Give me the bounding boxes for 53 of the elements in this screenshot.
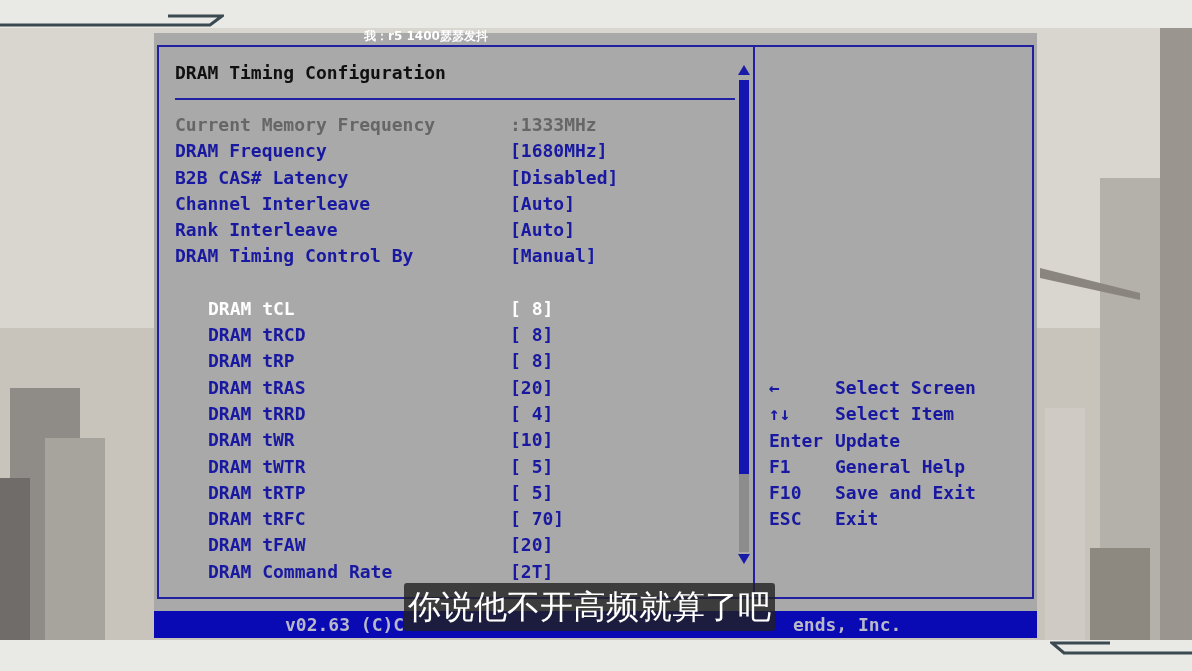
- key-action-text: Select Screen: [835, 376, 976, 400]
- screen-title: DRAM Timing Configuration: [175, 61, 446, 85]
- setting-value[interactable]: [2T]: [510, 558, 554, 586]
- key-label: ESC: [769, 507, 803, 532]
- key-label: ←: [769, 376, 781, 400]
- setting-value[interactable]: [Auto]: [510, 217, 576, 244]
- scrollbar-track[interactable]: [739, 80, 749, 552]
- setting-label[interactable]: DRAM tRRD: [208, 400, 510, 428]
- setting-label[interactable]: Channel Interleave: [175, 190, 510, 218]
- setting-value[interactable]: [Manual]: [510, 243, 597, 270]
- key-label: F10: [769, 481, 803, 506]
- setting-value[interactable]: [ 70]: [510, 506, 565, 533]
- subtitle-text: 你说他不开高频就算了吧: [404, 583, 775, 631]
- setting-label[interactable]: DRAM Command Rate: [208, 558, 510, 586]
- key-action-text: General Help: [835, 454, 966, 479]
- setting-label[interactable]: DRAM tRTP: [208, 479, 510, 507]
- scroll-down-icon[interactable]: [738, 554, 750, 564]
- setting-value[interactable]: [ 5]: [510, 479, 554, 507]
- scrollbar-thumb[interactable]: [739, 80, 749, 474]
- setting-label[interactable]: DRAM tFAW: [208, 532, 510, 559]
- setting-value[interactable]: [20]: [510, 532, 554, 559]
- setting-label[interactable]: DRAM tWTR: [208, 453, 510, 480]
- footer-text: v02.63 (C)C: [285, 613, 405, 637]
- footer-text: ends, Inc.: [793, 613, 902, 637]
- setting-label: Current Memory Frequency: [175, 113, 437, 137]
- setting-label[interactable]: DRAM tRP: [208, 348, 510, 375]
- setting-value[interactable]: [ 8]: [510, 348, 554, 375]
- setting-label[interactable]: DRAM Timing Control By: [175, 243, 510, 270]
- setting-label[interactable]: B2B CAS# Latency: [175, 164, 510, 191]
- setting-value[interactable]: [ 8]: [510, 322, 554, 349]
- setting-value[interactable]: [ 4]: [510, 400, 554, 428]
- setting-value[interactable]: [10]: [510, 427, 554, 454]
- setting-value[interactable]: [1680MHz]: [510, 138, 608, 165]
- comment-text: 我：r5 1400瑟瑟发抖: [364, 29, 488, 43]
- key-action-text: Select Item: [835, 402, 955, 427]
- setting-value[interactable]: [ 5]: [510, 453, 554, 480]
- scroll-up-icon[interactable]: [738, 65, 750, 75]
- setting-label[interactable]: DRAM Frequency: [175, 138, 510, 165]
- setting-label[interactable]: Rank Interleave: [175, 217, 510, 244]
- key-label: F1: [769, 454, 792, 479]
- setting-value[interactable]: [Auto]: [510, 190, 576, 218]
- key-action-text: Exit: [835, 507, 879, 532]
- key-action-text: Save and Exit: [835, 481, 976, 506]
- key-label: ↑↓: [769, 402, 792, 427]
- key-label: Enter: [769, 428, 825, 453]
- setting-label[interactable]: DRAM tWR: [208, 427, 510, 454]
- setting-value[interactable]: [Disabled]: [510, 164, 619, 191]
- setting-label[interactable]: DRAM tRFC: [208, 506, 510, 533]
- setting-label[interactable]: DRAM tRCD: [208, 322, 510, 349]
- setting-value[interactable]: [20]: [510, 374, 554, 401]
- setting-label[interactable]: DRAM tRAS: [208, 374, 510, 401]
- setting-value: :1333MHz: [510, 113, 597, 137]
- key-action-text: Update: [835, 428, 901, 453]
